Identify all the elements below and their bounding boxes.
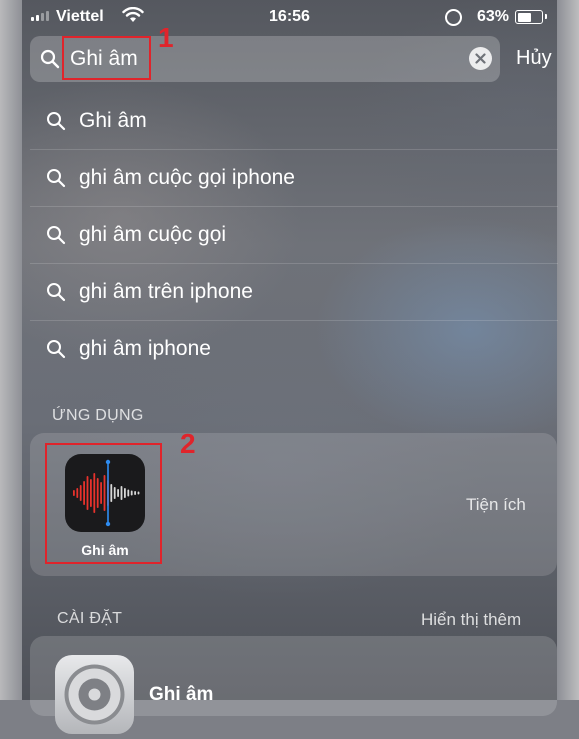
- suggestion-text: ghi âm iphone: [79, 337, 211, 360]
- search-icon: [47, 112, 66, 131]
- suggestion-item[interactable]: ghi âm trên iphone: [30, 264, 558, 321]
- battery-icon: [515, 10, 547, 24]
- search-icon: [47, 340, 66, 359]
- battery-percent: 63%: [476, 8, 509, 25]
- annotation-box-2: [45, 443, 162, 564]
- suggestion-text: ghi âm trên iphone: [79, 280, 253, 303]
- suggestion-item[interactable]: ghi âm cuộc gọi iphone: [30, 150, 558, 207]
- annotation-number-1: 1: [158, 22, 174, 53]
- annotation-box-1: [62, 36, 151, 80]
- search-icon: [47, 283, 66, 302]
- search-icon: [40, 49, 60, 69]
- search-icon: [47, 226, 66, 245]
- search-icon: [47, 169, 66, 188]
- apps-section-label: ỨNG DỤNG: [52, 407, 144, 424]
- settings-gear-icon: [55, 655, 134, 734]
- suggestion-list: Ghi âm ghi âm cuộc gọi iphone ghi âm cuộ…: [30, 93, 558, 377]
- right-edge: [557, 0, 579, 700]
- clear-search-button[interactable]: [469, 47, 492, 70]
- suggestion-item[interactable]: Ghi âm: [30, 93, 558, 150]
- left-edge: [0, 0, 22, 700]
- status-bar: Viettel 16:56 63%: [22, 0, 557, 34]
- suggestion-item[interactable]: ghi âm cuộc gọi: [30, 207, 558, 264]
- show-more-link[interactable]: Hiển thị thêm: [421, 610, 521, 630]
- annotation-number-2: 2: [180, 428, 196, 459]
- orientation-lock-icon: [445, 9, 462, 26]
- app-category: Tiện ích: [466, 495, 526, 514]
- gear-icon: [64, 664, 125, 725]
- suggestion-item[interactable]: ghi âm iphone: [30, 321, 558, 377]
- settings-section-label: CÀI ĐẶT: [57, 610, 123, 627]
- cancel-button[interactable]: Hủy: [516, 47, 552, 70]
- suggestion-text: ghi âm cuộc gọi iphone: [79, 166, 295, 189]
- close-icon: [475, 53, 486, 64]
- suggestion-text: ghi âm cuộc gọi: [79, 223, 227, 246]
- settings-item-title: Ghi âm: [149, 684, 214, 705]
- suggestion-text: Ghi âm: [79, 109, 147, 132]
